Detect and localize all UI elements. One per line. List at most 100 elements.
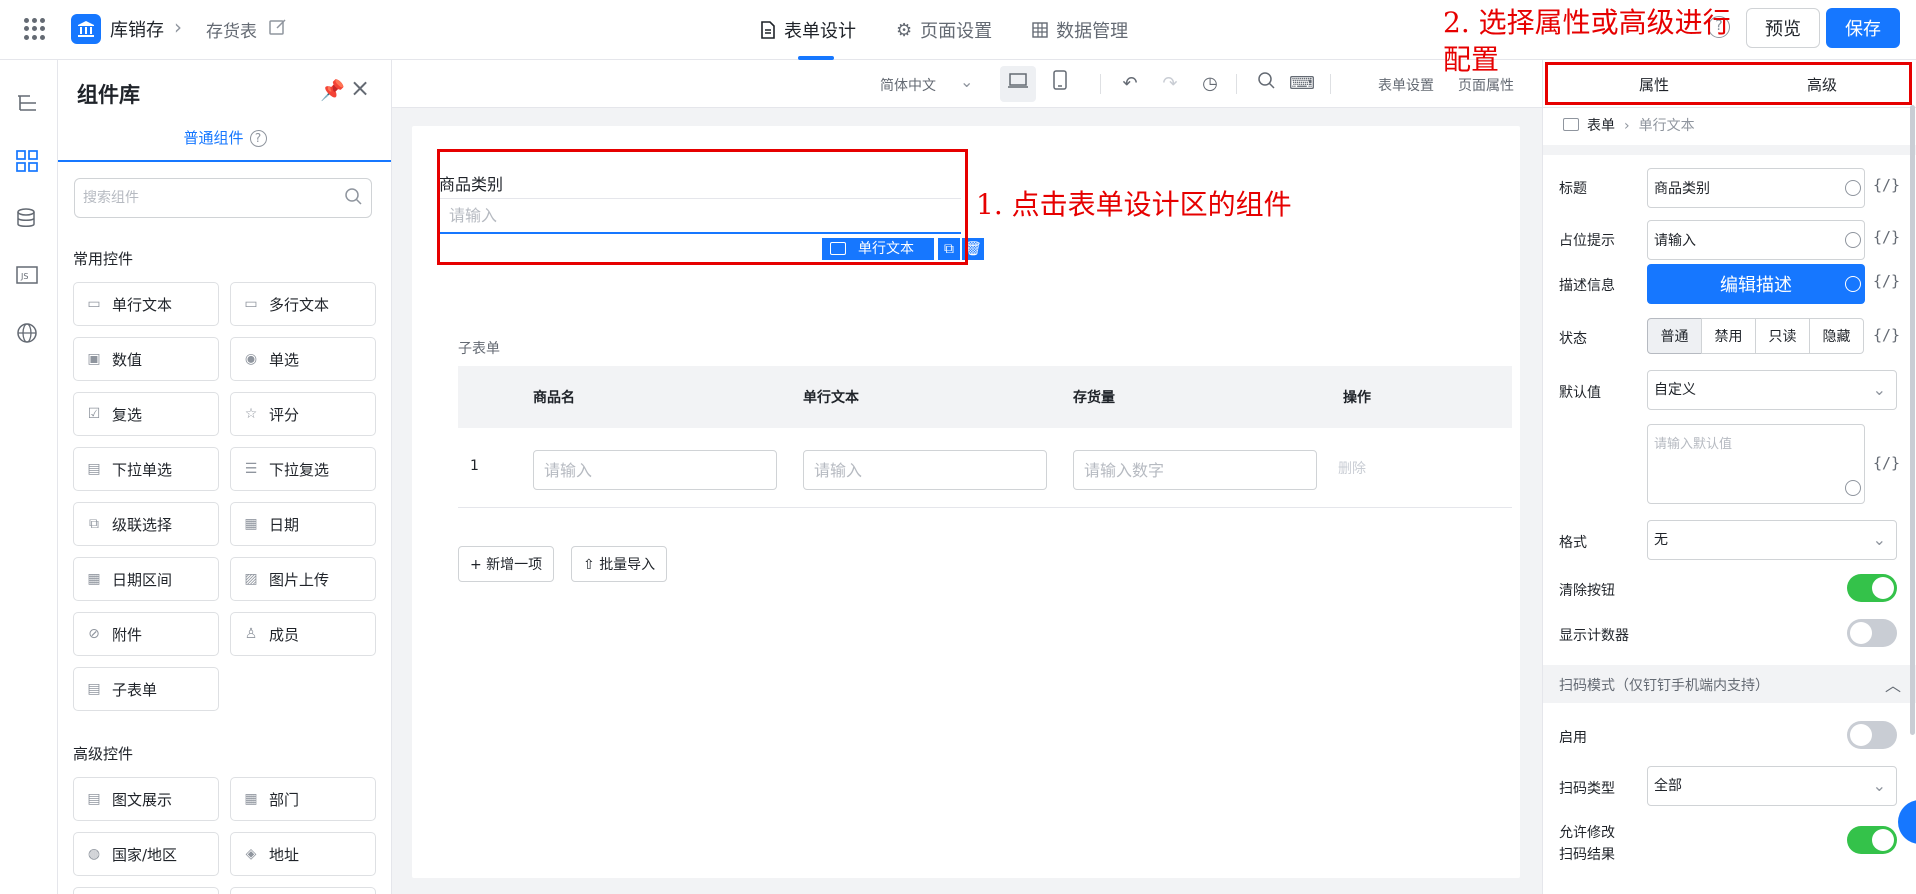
preview-button[interactable]: 预览 bbox=[1746, 8, 1820, 48]
product-name-input[interactable] bbox=[533, 450, 777, 490]
component-multi-text[interactable]: ▭ 多行文本 bbox=[230, 282, 376, 326]
component-member[interactable]: ♙ 成员 bbox=[230, 612, 376, 656]
mobile-icon[interactable] bbox=[1046, 70, 1074, 98]
tab-advanced[interactable]: 高级 bbox=[1807, 74, 1837, 95]
crumb-root[interactable]: 表单 bbox=[1587, 118, 1615, 134]
globe-icon[interactable] bbox=[1845, 276, 1861, 292]
format-select[interactable]: 无 ⌄ bbox=[1647, 520, 1897, 560]
redo-icon[interactable]: ↷ bbox=[1156, 70, 1184, 98]
globe-icon[interactable] bbox=[1845, 180, 1861, 196]
column-header: 单行文本 bbox=[803, 390, 859, 406]
scan-type-select[interactable]: 全部 ⌄ bbox=[1647, 766, 1897, 806]
counter-toggle[interactable] bbox=[1847, 619, 1897, 647]
scan-mode-section-header[interactable]: 扫码模式（仅钉钉手机端内支持） ︿ bbox=[1543, 665, 1916, 703]
outline-tree-icon[interactable] bbox=[14, 92, 40, 118]
clear-button-toggle[interactable] bbox=[1847, 574, 1897, 602]
component-richtext[interactable]: ▤ 图文展示 bbox=[73, 777, 219, 821]
keyboard-icon[interactable]: ⌨ bbox=[1288, 70, 1316, 98]
field-label[interactable]: 商品类别 bbox=[439, 171, 503, 195]
globe-icon[interactable] bbox=[14, 322, 40, 348]
component-subform[interactable]: ▤ 子表单 bbox=[73, 667, 219, 711]
title-input[interactable] bbox=[1647, 168, 1865, 208]
component-dropdown[interactable]: ▤ 下拉单选 bbox=[73, 447, 219, 491]
pin-icon[interactable]: 📌 bbox=[320, 78, 345, 102]
expression-icon[interactable]: {/} bbox=[1873, 228, 1900, 246]
add-item-button[interactable]: + 新增一项 bbox=[458, 546, 555, 582]
components-icon[interactable] bbox=[14, 150, 40, 176]
state-readonly-button[interactable]: 只读 bbox=[1755, 318, 1810, 354]
select-value: 全部 bbox=[1654, 778, 1682, 794]
component-more[interactable] bbox=[230, 887, 376, 894]
page-name[interactable]: 存货表 bbox=[206, 17, 257, 42]
default-value-textarea[interactable] bbox=[1647, 424, 1865, 504]
tab-common-components[interactable]: 普通组件? bbox=[58, 122, 391, 162]
expression-icon[interactable]: {/} bbox=[1873, 272, 1900, 290]
trash-icon[interactable]: 🗑 bbox=[962, 238, 984, 260]
stock-quantity-input[interactable] bbox=[1073, 450, 1317, 490]
expression-icon[interactable]: {/} bbox=[1873, 326, 1900, 344]
chevron-down-icon: ⌄ bbox=[1872, 530, 1886, 549]
component-date-range[interactable]: ▦ 日期区间 bbox=[73, 557, 219, 601]
language-select[interactable]: 简体中文 bbox=[880, 75, 936, 95]
search-icon[interactable] bbox=[1252, 70, 1280, 98]
single-text-icon bbox=[830, 242, 846, 255]
js-code-icon[interactable]: JS bbox=[14, 264, 40, 290]
component-multi-dropdown[interactable]: ☰ 下拉复选 bbox=[230, 447, 376, 491]
component-rating[interactable]: ☆ 评分 bbox=[230, 392, 376, 436]
batch-import-button[interactable]: ⇧ 批量导入 bbox=[571, 546, 668, 582]
chevron-down-icon[interactable]: ⌄ bbox=[960, 72, 973, 91]
globe-icon[interactable] bbox=[1845, 232, 1861, 248]
search-input[interactable] bbox=[74, 178, 372, 218]
selected-text-field[interactable] bbox=[439, 198, 961, 234]
save-button[interactable]: 保存 bbox=[1826, 8, 1900, 48]
expression-icon[interactable]: {/} bbox=[1873, 176, 1900, 194]
richtext-icon: ▤ bbox=[87, 791, 101, 807]
component-attachment[interactable]: ⊘ 附件 bbox=[73, 612, 219, 656]
upload-icon: ⇧ bbox=[583, 557, 600, 573]
app-name[interactable]: 库销存 bbox=[110, 16, 164, 42]
component-image-upload[interactable]: ▨ 图片上传 bbox=[230, 557, 376, 601]
component-more[interactable] bbox=[73, 887, 219, 894]
page-properties-link[interactable]: 页面属性 bbox=[1458, 75, 1514, 95]
tab-page-settings[interactable]: ⚙ 页面设置 bbox=[896, 0, 992, 60]
component-country[interactable]: ◍ 国家/地区 bbox=[73, 832, 219, 876]
single-text-input[interactable] bbox=[803, 450, 1047, 490]
placeholder-input[interactable] bbox=[1647, 220, 1865, 260]
component-label: 级联选择 bbox=[112, 515, 173, 534]
state-normal-button[interactable]: 普通 bbox=[1647, 318, 1702, 354]
expression-icon[interactable]: {/} bbox=[1873, 454, 1900, 472]
component-single-text[interactable]: ▭ 单行文本 bbox=[73, 282, 219, 326]
edit-description-button[interactable]: 编辑描述 bbox=[1647, 264, 1865, 304]
scan-modify-toggle[interactable] bbox=[1847, 826, 1897, 854]
close-icon[interactable]: × bbox=[350, 74, 370, 102]
form-settings-link[interactable]: 表单设置 bbox=[1378, 75, 1434, 95]
component-number[interactable]: ▣ 数值 bbox=[73, 337, 219, 381]
apps-grid-icon[interactable] bbox=[24, 18, 46, 40]
desktop-icon[interactable] bbox=[1000, 66, 1036, 102]
component-date[interactable]: ▦ 日期 bbox=[230, 502, 376, 546]
copy-icon[interactable]: ⧉ bbox=[938, 238, 960, 260]
database-icon[interactable] bbox=[14, 208, 40, 234]
search-icon[interactable] bbox=[344, 187, 362, 210]
component-department[interactable]: ▦ 部门 bbox=[230, 777, 376, 821]
undo-icon[interactable]: ↶ bbox=[1116, 70, 1144, 98]
component-radio[interactable]: ◉ 单选 bbox=[230, 337, 376, 381]
tab-data-management[interactable]: 数据管理 bbox=[1032, 0, 1128, 60]
default-mode-select[interactable]: 自定义 ⌄ bbox=[1647, 370, 1897, 410]
tab-form-design[interactable]: 表单设计 bbox=[760, 0, 856, 60]
scan-enable-toggle[interactable] bbox=[1847, 721, 1897, 749]
globe-icon[interactable] bbox=[1845, 480, 1861, 496]
component-checkbox[interactable]: ☑ 复选 bbox=[73, 392, 219, 436]
component-address[interactable]: ◈ 地址 bbox=[230, 832, 376, 876]
delete-link[interactable]: 删除 bbox=[1338, 458, 1366, 478]
help-icon[interactable]: ? bbox=[249, 130, 267, 147]
chevron-up-icon[interactable]: ︿ bbox=[1885, 672, 1901, 696]
state-hidden-button[interactable]: 隐藏 bbox=[1809, 318, 1864, 354]
edit-icon[interactable] bbox=[268, 17, 288, 37]
component-cascade[interactable]: ⧉ 级联选择 bbox=[73, 502, 219, 546]
state-disabled-button[interactable]: 禁用 bbox=[1701, 318, 1756, 354]
title-label: 标题 bbox=[1559, 181, 1587, 197]
tab-label: 数据管理 bbox=[1056, 21, 1129, 42]
scrollbar[interactable] bbox=[1910, 105, 1915, 735]
history-clock-icon[interactable]: ◷ bbox=[1196, 70, 1224, 98]
